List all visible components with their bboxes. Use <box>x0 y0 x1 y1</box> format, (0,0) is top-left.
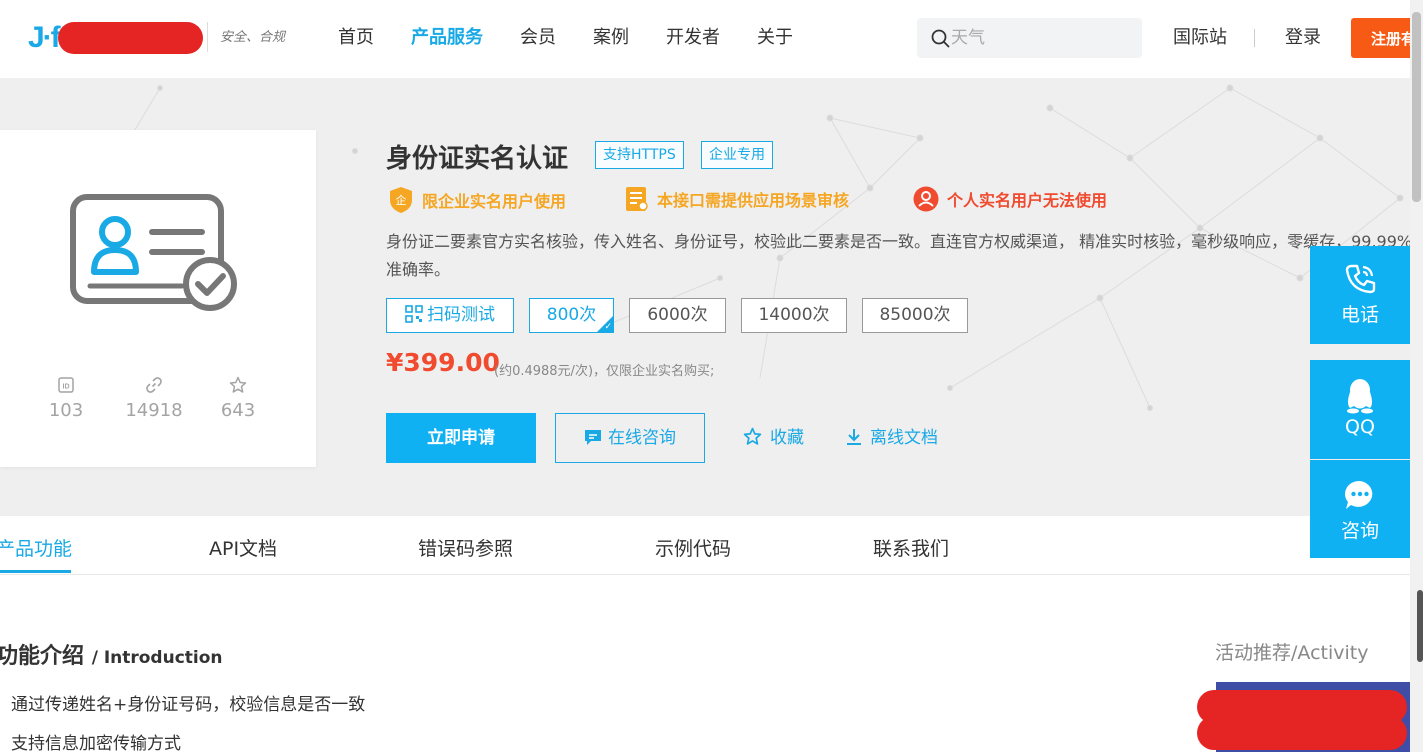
side-phone-button[interactable]: 电话 <box>1310 246 1410 344</box>
feature-item: 通过传递姓名+身份证号码，校验信息是否一致 <box>11 695 366 715</box>
side-qq-button[interactable]: QQ <box>1310 360 1410 459</box>
redacted-brand-name <box>58 22 203 54</box>
tab-api-docs[interactable]: API文档 <box>209 534 277 561</box>
intro-title: 功能介绍 <box>0 644 85 669</box>
favorite-label: 收藏 <box>770 428 804 448</box>
star-outline-icon <box>743 427 762 445</box>
international-site-link[interactable]: 国际站 <box>1173 25 1227 51</box>
chat-icon <box>585 430 601 445</box>
product-tabs: 产品功能 API文档 错误码参照 示例代码 联系我们 <box>0 516 1410 575</box>
tab-product-features[interactable]: 产品功能 <box>0 534 72 561</box>
tab-contact-us[interactable]: 联系我们 <box>873 534 949 561</box>
tab-error-codes[interactable]: 错误码参照 <box>418 534 513 561</box>
nav-item-developer[interactable]: 开发者 <box>666 25 720 51</box>
svg-text:ID: ID <box>63 384 70 391</box>
search-icon[interactable] <box>931 29 950 48</box>
star-icon <box>229 376 247 393</box>
redacted-region <box>1197 716 1407 750</box>
scrollbar-marker <box>1417 590 1423 662</box>
nav-item-membership[interactable]: 会员 <box>520 25 556 51</box>
id-icon: ID <box>58 377 74 393</box>
check-icon: ✓ <box>604 322 612 332</box>
product-card: ID 103 14918 643 <box>0 130 316 467</box>
top-navbar: J·f 安全、合规 首页 产品服务 会员 案例 开发者 关于 国际站 登录 注册… <box>0 0 1423 78</box>
package-option-800[interactable]: 800次 ✓ <box>529 298 614 333</box>
warning-personal-blocked-text: 个人实名用户无法使用 <box>947 191 1108 210</box>
online-consult-label: 在线咨询 <box>608 428 676 448</box>
activity-title: 活动推荐/Activity <box>1215 642 1369 664</box>
warning-enterprise-only-text: 限企业实名用户使用 <box>422 192 567 211</box>
shield-enterprise-icon: 企 <box>390 187 412 213</box>
side-qq-label: QQ <box>1345 416 1375 438</box>
nav-item-home[interactable]: 首页 <box>338 25 374 51</box>
product-hero: ID 103 14918 643 身份证实名认证 支持HTTPS 企业专用 企 <box>0 78 1423 516</box>
package-option-label: 85000次 <box>879 305 951 325</box>
login-link[interactable]: 登录 <box>1285 25 1321 51</box>
logo-divider <box>207 22 208 52</box>
qq-penguin-icon <box>1347 379 1373 414</box>
stat-id: ID 103 <box>36 376 96 421</box>
feature-item: 支持信息加密传输方式 <box>11 734 181 754</box>
search-input[interactable] <box>951 26 1131 50</box>
package-option-label: 6000次 <box>647 305 708 325</box>
tag-https: 支持HTTPS <box>595 141 684 169</box>
download-icon <box>847 429 861 445</box>
search-box[interactable] <box>917 18 1142 58</box>
nav-item-products[interactable]: 产品服务 <box>411 25 483 51</box>
stat-id-value: 103 <box>48 400 84 421</box>
tag-enterprise: 企业专用 <box>701 141 773 169</box>
intro-title-en: / Introduction <box>91 648 223 668</box>
warning-personal-blocked: 个人实名用户无法使用 <box>913 186 1107 212</box>
nav-divider <box>1254 29 1255 47</box>
offline-doc-label: 离线文档 <box>870 428 938 448</box>
brand-logo-text: J·f <box>28 21 61 54</box>
favorite-link[interactable]: 收藏 <box>743 426 804 450</box>
package-option-label: 800次 <box>546 305 597 325</box>
stat-stars-value: 643 <box>220 400 256 421</box>
online-consult-button[interactable]: 在线咨询 <box>555 413 705 463</box>
brand-slogan: 安全、合规 <box>220 30 286 45</box>
package-option-14000[interactable]: 14000次 <box>741 298 847 333</box>
stat-links: 14918 <box>124 376 184 421</box>
price-note: (约0.4988元/次)，仅限企业实名购买; <box>494 364 715 379</box>
person-blocked-icon <box>913 186 939 212</box>
document-review-icon <box>626 187 648 211</box>
nav-item-cases[interactable]: 案例 <box>593 25 629 51</box>
stat-links-value: 14918 <box>125 400 183 421</box>
svg-text:企: 企 <box>396 193 407 207</box>
link-icon <box>146 377 162 393</box>
intro-section-title: 功能介绍 / Introduction <box>0 638 223 670</box>
product-title: 身份证实名认证 <box>386 144 569 174</box>
chat-bubble-icon <box>1345 480 1373 509</box>
warning-enterprise-only: 企 限企业实名用户使用 <box>388 186 566 214</box>
price: ¥399.00 <box>386 348 500 377</box>
tab-sample-code[interactable]: 示例代码 <box>655 534 731 561</box>
scrollbar-thumb[interactable] <box>1412 12 1421 202</box>
offline-doc-link[interactable]: 离线文档 <box>846 426 938 450</box>
qr-code-icon <box>405 305 423 323</box>
package-option-6000[interactable]: 6000次 <box>629 298 726 333</box>
side-phone-label: 电话 <box>1340 304 1379 326</box>
package-option-label: 14000次 <box>758 305 830 325</box>
warning-scenario-review: 本接口需提供应用场景审核 <box>625 186 849 212</box>
side-consult-button[interactable]: 咨询 <box>1310 460 1410 558</box>
package-option-85000[interactable]: 85000次 <box>862 298 968 333</box>
side-consult-label: 咨询 <box>1340 520 1379 542</box>
scan-test-label: 扫码测试 <box>427 305 495 325</box>
id-card-verify-icon <box>70 194 237 311</box>
apply-now-button[interactable]: 立即申请 <box>386 413 536 463</box>
nav-item-about[interactable]: 关于 <box>757 25 793 51</box>
main-nav: 首页 产品服务 会员 案例 开发者 关于 <box>338 25 830 51</box>
stat-stars: 643 <box>208 376 268 421</box>
phone-icon <box>1345 264 1376 294</box>
scan-test-button[interactable]: 扫码测试 <box>386 298 514 333</box>
product-description: 身份证二要素官方实名核验，传入姓名、身份证号，校验此二要素是否一致。直连官方权威… <box>386 232 1413 279</box>
active-tab-indicator <box>0 570 71 573</box>
warning-scenario-review-text: 本接口需提供应用场景审核 <box>657 191 850 210</box>
